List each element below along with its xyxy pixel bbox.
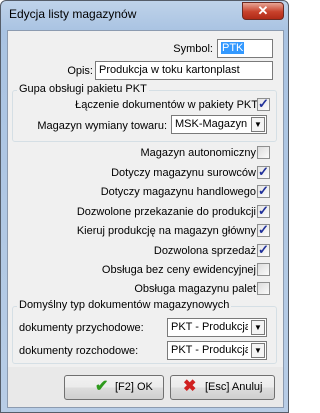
chevron-down-icon[interactable]: ▼	[251, 343, 265, 358]
option-label: Dotyczy magazynu handlowego	[100, 186, 256, 198]
option-label: Kieruj produkcję na magazyn główny	[76, 225, 256, 237]
option-label: Obsługa bez ceny ewidencyjnej	[101, 264, 256, 276]
magazyn-wymiany-select[interactable]: MSK-Magazyn ▼	[171, 115, 267, 134]
opis-value: Produkcja w toku kartonplast	[99, 64, 240, 76]
magazyn-wymiany-label: Magazyn wymiany towaru:	[37, 120, 167, 132]
option-label: Dozwolona sprzedaż	[153, 245, 256, 257]
doc-types-group-label: Domyślny typ dokumentów magazynowych	[17, 299, 232, 311]
magazyn-handlowy-checkbox[interactable]: ✓	[257, 184, 270, 198]
rozchodowe-value: PKT - Produkcja w	[171, 344, 248, 356]
magazyn-wymiany-value: MSK-Magazyn	[175, 118, 248, 130]
option-label: Obsługa magazynu palet	[134, 283, 256, 295]
opis-label: Opis:	[67, 65, 93, 77]
laczenie-checkbox[interactable]: ✓	[257, 97, 270, 111]
check-icon: ✔	[95, 378, 109, 395]
window-title: Edycja listy magazynów	[9, 7, 137, 21]
rozchodowe-select[interactable]: PKT - Produkcja w ▼	[167, 341, 267, 360]
ok-button[interactable]: ✔ [F2] OK	[64, 375, 164, 400]
button-bar: ✔ [F2] OK ✖ [Esc] Anuluj	[8, 367, 283, 407]
dialog-body: Symbol: PTK Opis: Produkcja w toku karto…	[7, 30, 284, 408]
ok-button-label: [F2] OK	[115, 381, 153, 393]
symbol-input[interactable]: PTK	[217, 39, 273, 58]
dozwolona-sprzedaz-checkbox[interactable]: ✓	[257, 243, 270, 257]
magazyn-palet-checkbox[interactable]	[257, 282, 270, 295]
przychodowe-label: dokumenty przychodowe:	[19, 322, 144, 334]
rozchodowe-label: dokumenty rozchodowe:	[19, 345, 139, 357]
chevron-down-icon[interactable]: ▼	[251, 320, 265, 335]
bez-ceny-ewidencyjnej-checkbox[interactable]	[257, 263, 270, 276]
close-icon: ✕	[257, 3, 269, 18]
symbol-label: Symbol:	[173, 43, 213, 55]
chevron-down-icon[interactable]: ▼	[251, 117, 265, 132]
x-icon: ✖	[183, 378, 197, 395]
opis-input[interactable]: Produkcja w toku kartonplast	[95, 61, 273, 80]
close-button[interactable]: ✕	[242, 2, 284, 20]
cancel-button-label: [Esc] Anuluj	[205, 381, 263, 393]
option-label: Magazyn autonomiczny	[140, 147, 256, 159]
option-label: Dozwolone przekazanie do produkcji	[76, 206, 256, 218]
przychodowe-select[interactable]: PKT - Produkcja w ▼	[167, 318, 267, 337]
cancel-button[interactable]: ✖ [Esc] Anuluj	[170, 375, 275, 400]
symbol-value: PTK	[221, 42, 245, 54]
dialog-window: Edycja listy magazynów ✕ Symbol: PTK Opi…	[0, 0, 289, 413]
magazyn-autonomiczny-checkbox[interactable]	[257, 146, 270, 159]
przekazanie-do-produkcji-checkbox[interactable]: ✓	[257, 204, 270, 218]
przychodowe-value: PKT - Produkcja w	[171, 321, 248, 333]
pkt-group-label: Gupa obsługi pakietu PKT	[17, 83, 149, 95]
option-label: Dotyczy magazynu surowców	[111, 167, 256, 179]
kieruj-produkcje-checkbox[interactable]: ✓	[257, 223, 270, 237]
magazyn-surowcow-checkbox[interactable]: ✓	[257, 165, 270, 179]
laczenie-label: Łączenie dokumentów w pakiety PKT	[75, 99, 258, 111]
